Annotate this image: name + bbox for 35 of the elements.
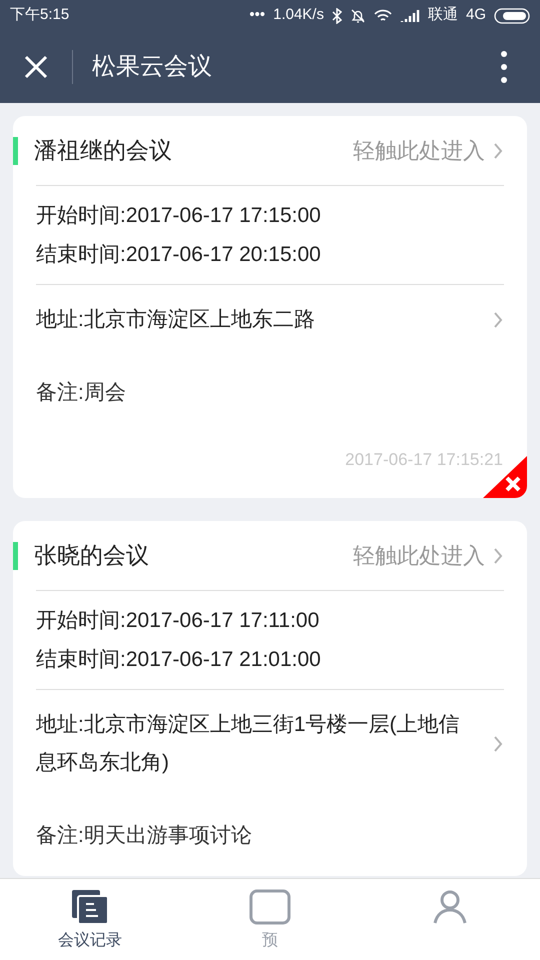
network-speed-text: 1.04K/s <box>273 5 324 26</box>
documents-icon <box>71 889 109 925</box>
enter-link[interactable]: 轻触此处进入 <box>353 539 485 572</box>
meeting-title: 张晓的会议 <box>34 541 150 570</box>
note-text: 备注:周会 <box>36 381 126 404</box>
muted-bell-icon <box>350 8 366 24</box>
chevron-right-icon <box>493 546 503 564</box>
tab-item[interactable]: 预 <box>180 879 360 960</box>
address-text: 地址:北京市海淀区上地东二路 <box>36 307 316 333</box>
bluetooth-icon <box>332 8 342 24</box>
chevron-right-icon <box>493 142 503 160</box>
wifi-icon <box>374 8 392 22</box>
calendar-icon <box>249 889 291 925</box>
chevron-right-icon <box>493 735 503 753</box>
enter-link[interactable]: 轻触此处进入 <box>353 134 485 167</box>
close-icon <box>24 55 48 79</box>
more-notifications-text: ••• <box>249 5 266 26</box>
window-title: 松果云会议 <box>92 52 213 82</box>
end-time: 结束时间:2017-06-17 21:01:00 <box>36 647 322 673</box>
start-time: 开始时间:2017-06-17 17:15:00 <box>36 203 322 229</box>
person-icon <box>432 889 468 925</box>
accent-bar <box>13 542 18 570</box>
accent-bar <box>13 136 18 164</box>
tab-item[interactable]: 会议记录 <box>0 879 180 960</box>
start-time: 开始时间:2017-06-17 17:11:00 <box>36 608 320 634</box>
network-type-text: 4G <box>466 5 486 26</box>
end-time: 结束时间:2017-06-17 20:15:00 <box>36 242 322 268</box>
meeting-title: 潘祖继的会议 <box>34 136 173 166</box>
chevron-right-icon <box>493 311 503 329</box>
battery-icon <box>494 8 530 24</box>
note-text: 备注:明天出游事项讨论 <box>36 824 252 847</box>
address-text: 地址:北京市海淀区上地三街1号楼一层(上地信息环岛东北角) <box>36 712 461 776</box>
signal-icon <box>400 8 420 22</box>
carrier-text: 联通 <box>428 5 458 26</box>
clock-text: 下午5:15 <box>10 5 70 26</box>
